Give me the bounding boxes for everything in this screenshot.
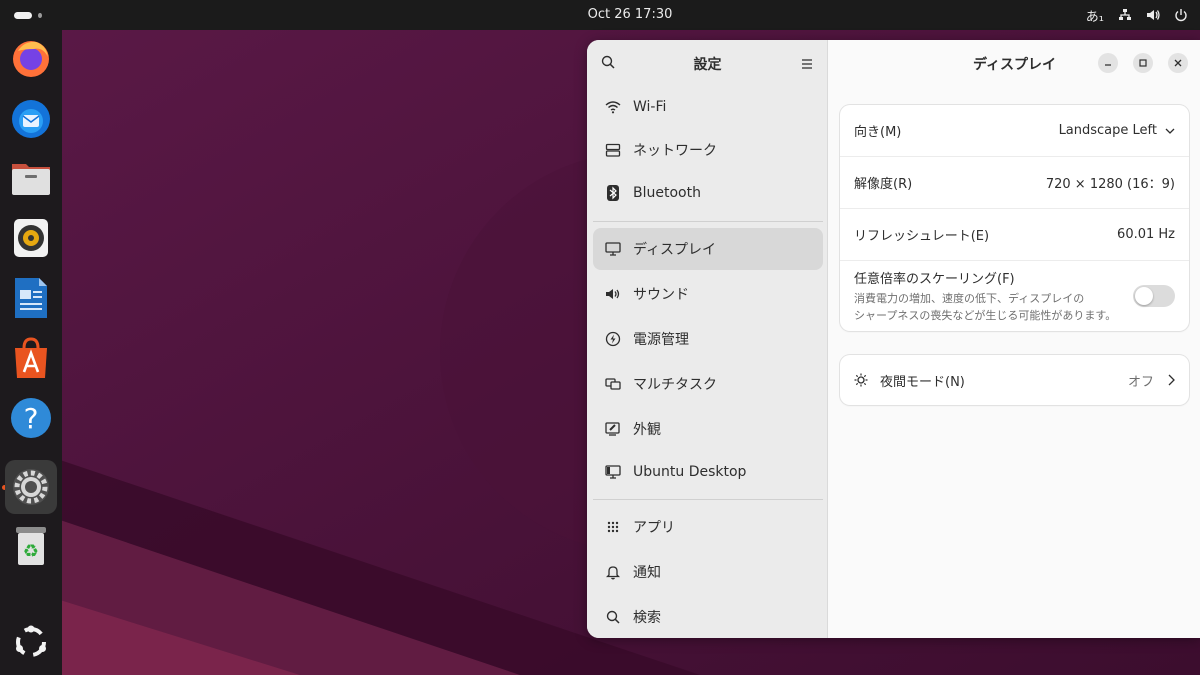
resolution-row[interactable]: 解像度(R) 720 × 1280 (16：9) [840,157,1189,208]
workspace-active-pill [14,11,33,19]
sidebar-item-label: ディスプレイ [633,242,717,258]
description-line: シャープネスの喪失などが生じる可能性があります。 [854,309,1117,322]
sidebar-separator [593,499,823,500]
chevron-down-icon[interactable] [1165,128,1175,134]
sidebar-item-apps[interactable]: アプリ [593,506,823,548]
sidebar-item-display[interactable]: ディスプレイ [593,228,823,270]
display-icon [605,241,621,257]
system-tray[interactable]: あ₁ [1086,5,1188,25]
orientation-value[interactable]: Landscape Left [1059,123,1157,138]
close-button[interactable] [1168,53,1188,73]
app-center-icon[interactable] [7,334,55,382]
fractional-scaling-label: 任意倍率のスケーリング(F) [854,272,1015,287]
svg-text:♻: ♻ [23,541,39,562]
sidebar-item-label: 検索 [633,610,661,626]
sidebar-item-label: アプリ [633,520,675,536]
toggle-knob [1135,287,1153,305]
apps-icon [605,519,621,535]
notifications-icon [605,564,621,580]
night-light-card: 夜間モード(N) オフ [840,355,1189,405]
thunderbird-icon[interactable] [7,94,55,142]
sound-icon [605,286,621,302]
power-menu-icon[interactable] [1174,8,1188,22]
trash-icon[interactable]: ♻ [7,522,55,570]
files-icon[interactable] [7,154,55,202]
display-settings-panel: ディスプレイ 向き(M) Landscape Left 解像度(R) 720 ×… [829,40,1200,638]
resolution-value[interactable]: 720 × 1280 (16：9) [1046,173,1175,192]
dock: ? ♻ [0,30,62,675]
volume-icon[interactable] [1146,8,1160,22]
orientation-row[interactable]: 向き(M) Landscape Left [840,105,1189,156]
night-light-label: 夜間モード(N) [880,374,965,390]
night-light-row[interactable]: 夜間モード(N) オフ [840,355,1189,405]
sidebar-item-label: Wi-Fi [633,99,667,115]
sidebar-item-multitasking[interactable]: マルチタスク [593,363,823,405]
sidebar-header: 設定 [587,40,828,84]
network-wired-icon[interactable] [1118,8,1132,22]
search-icon [605,609,621,625]
sidebar-item-appearance[interactable]: 外観 [593,408,823,450]
minimize-button[interactable] [1098,53,1118,73]
svg-text:?: ? [24,402,39,435]
settings-icon[interactable] [5,460,57,514]
chevron-right-icon [1168,374,1175,386]
power-icon [605,331,621,347]
sidebar-item-label: マルチタスク [633,377,717,393]
rhythmbox-icon[interactable] [7,214,55,262]
orientation-label: 向き(M) [854,125,902,140]
sidebar-item-label: ネットワーク [633,143,717,159]
description-line: 消費電力の増加、速度の低下、ディスプレイの [854,292,1085,305]
sidebar-item-bluetooth[interactable]: Bluetooth [593,172,823,214]
fractional-scaling-toggle[interactable] [1133,285,1175,307]
night-light-value: オフ [1127,374,1154,390]
sidebar-item-notifications[interactable]: 通知 [593,551,823,593]
top-bar: Oct 26 17:30 あ₁ [0,0,1200,30]
settings-window: 設定 Wi-Fi ネットワーク Bluetooth ディスプレイ サウンド 電源… [587,40,1200,638]
sidebar-item-ubuntu-desktop[interactable]: Ubuntu Desktop [593,451,823,493]
sidebar-item-sound[interactable]: サウンド [593,273,823,315]
sidebar-item-label: サウンド [633,287,689,303]
show-apps-icon[interactable] [7,618,55,666]
night-light-sun-icon [854,373,868,387]
sidebar-item-network[interactable]: ネットワーク [593,129,823,171]
hamburger-menu-icon[interactable] [801,55,813,74]
multitasking-icon [605,376,621,392]
sidebar-item-wifi[interactable]: Wi-Fi [593,86,823,128]
sidebar-separator [593,221,823,222]
maximize-button[interactable] [1133,53,1153,73]
activities-indicator[interactable] [14,11,42,19]
bluetooth-icon [605,185,621,201]
firefox-icon[interactable] [7,34,55,82]
fractional-scaling-description: 消費電力の増加、速度の低下、ディスプレイの シャープネスの喪失などが生じる可能性… [854,290,1133,324]
workspace-dot [38,12,42,18]
sidebar-item-label: 外観 [633,422,661,438]
refresh-rate-value[interactable]: 60.01 Hz [1117,227,1175,242]
network-icon [605,142,621,158]
input-method-indicator[interactable]: あ₁ [1086,6,1104,25]
sidebar-item-label: 電源管理 [633,332,689,348]
ubuntu-desktop-icon [605,464,621,480]
sidebar-item-label: 通知 [633,565,661,581]
sidebar-title: 設定 [693,57,722,73]
sidebar-item-search[interactable]: 検索 [593,596,823,638]
sidebar-item-power[interactable]: 電源管理 [593,318,823,360]
sidebar-item-label: Bluetooth [633,185,701,201]
settings-sidebar: 設定 Wi-Fi ネットワーク Bluetooth ディスプレイ サウンド 電源… [587,40,828,638]
libreoffice-writer-icon[interactable] [7,274,55,322]
sidebar-item-label: Ubuntu Desktop [633,464,747,480]
resolution-label: 解像度(R) [854,177,913,192]
display-settings-card: 向き(M) Landscape Left 解像度(R) 720 × 1280 (… [840,105,1189,331]
fractional-scaling-row[interactable]: 任意倍率のスケーリング(F) 消費電力の増加、速度の低下、ディスプレイの シャー… [840,261,1189,331]
refresh-rate-row[interactable]: リフレッシュレート(E) 60.01 Hz [840,209,1189,260]
help-icon[interactable]: ? [7,394,55,442]
clock[interactable]: Oct 26 17:30 [560,7,700,22]
refresh-rate-label: リフレッシュレート(E) [854,229,990,244]
appearance-icon [605,421,621,437]
wifi-icon [605,99,621,115]
